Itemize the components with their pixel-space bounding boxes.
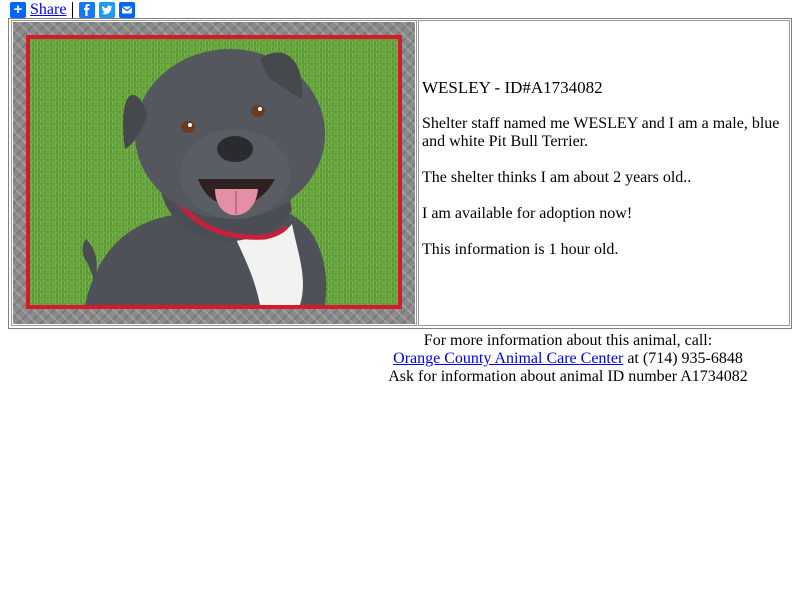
- contact-line: For more information about this animal, …: [423, 332, 713, 349]
- animal-id-line: Ask for information about animal ID numb…: [388, 368, 748, 385]
- twitter-icon[interactable]: [99, 2, 116, 18]
- dog-photo-illustration: [30, 39, 398, 305]
- info-freshness: This information is 1 hour old.: [422, 241, 619, 258]
- contact-info: For more information about this animal, …: [368, 332, 768, 386]
- photo-cell: [11, 20, 417, 326]
- animal-age: The shelter thinks I am about 2 years ol…: [422, 169, 692, 186]
- phone-number: at (714) 935-6848: [623, 350, 743, 367]
- animal-availability: I am available for adoption now!: [422, 205, 633, 222]
- animal-description: Shelter staff named me WESLEY and I am a…: [422, 115, 780, 150]
- animal-photo: [26, 35, 402, 309]
- email-icon[interactable]: [119, 2, 136, 18]
- shelter-line: Orange County Animal Care Center at (714…: [368, 350, 768, 368]
- share-link[interactable]: Share: [30, 1, 66, 19]
- info-cell: WESLEY - ID#A1734082 Shelter staff named…: [418, 20, 790, 326]
- shelter-link[interactable]: Orange County Animal Care Center: [393, 350, 623, 367]
- animal-info: WESLEY - ID#A1734082 Shelter staff named…: [422, 79, 786, 277]
- diamond-plate-frame: [13, 22, 415, 324]
- facebook-icon[interactable]: [79, 2, 96, 18]
- share-divider: [72, 2, 74, 18]
- animal-title: WESLEY - ID#A1734082: [422, 78, 603, 97]
- plus-icon[interactable]: +: [10, 2, 26, 18]
- share-bar: + Share: [10, 1, 139, 19]
